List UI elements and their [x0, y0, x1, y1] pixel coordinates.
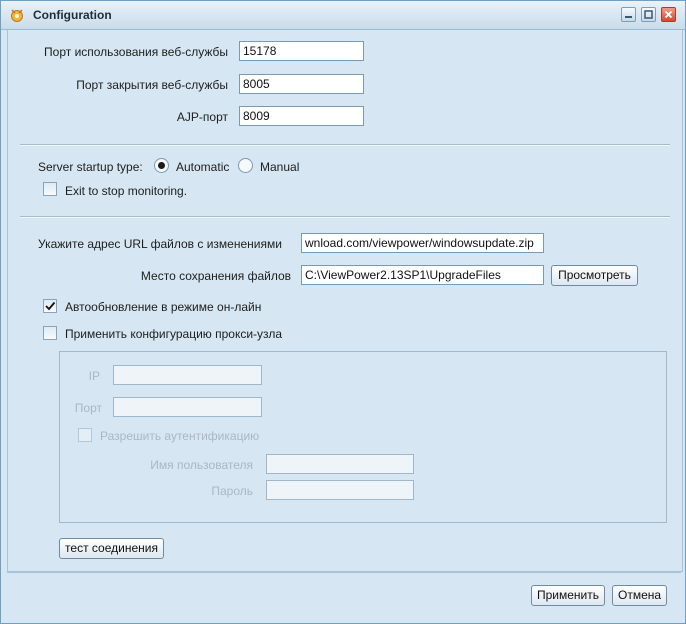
auto-update-checkbox[interactable]: [43, 299, 57, 313]
web-port-input[interactable]: 15178: [239, 41, 364, 61]
minimize-icon[interactable]: [621, 7, 636, 22]
app-icon: [9, 7, 25, 23]
proxy-password-input[interactable]: [266, 480, 414, 500]
save-path-label: Место сохранения файлов: [140, 269, 291, 283]
dialog-footer: Применить Отмена: [7, 572, 681, 618]
proxy-user-label: Имя пользователя: [150, 458, 253, 472]
proxy-password-label: Пароль: [211, 484, 253, 498]
proxy-auth-label[interactable]: Разрешить аутентификацию: [100, 429, 259, 443]
shutdown-port-input[interactable]: 8005: [239, 74, 364, 94]
browse-button[interactable]: Просмотреть: [551, 265, 638, 286]
proxy-port-input[interactable]: [113, 397, 262, 417]
save-path-input[interactable]: C:\ViewPower2.13SP1\UpgradeFiles: [301, 265, 544, 285]
auto-update-label[interactable]: Автообновление в режиме он-лайн: [65, 300, 261, 314]
web-port-label: Порт использования веб-службы: [44, 45, 228, 59]
proxy-ip-label: IP: [88, 369, 100, 383]
configuration-window: Configuration Порт использования веб-слу…: [0, 0, 686, 624]
manual-radio[interactable]: [238, 158, 253, 173]
proxy-auth-checkbox[interactable]: [78, 428, 92, 442]
cancel-button[interactable]: Отмена: [612, 585, 667, 606]
title-bar[interactable]: Configuration: [1, 1, 685, 30]
ajp-port-label: AJP-порт: [176, 110, 228, 124]
automatic-radio[interactable]: [154, 158, 169, 173]
checkmark-icon: [45, 301, 56, 311]
window-title: Configuration: [33, 8, 112, 22]
proxy-port-label: Порт: [74, 401, 102, 415]
test-connection-button[interactable]: тест соединения: [59, 538, 164, 559]
proxy-config-checkbox[interactable]: [43, 326, 57, 340]
shutdown-port-label: Порт закрытия веб-службы: [76, 78, 228, 92]
proxy-ip-input[interactable]: [113, 365, 262, 385]
startup-type-label: Server startup type:: [38, 160, 143, 174]
apply-button[interactable]: Применить: [531, 585, 605, 606]
ajp-port-input[interactable]: 8009: [239, 106, 364, 126]
separator: [20, 144, 670, 146]
proxy-config-label[interactable]: Применить конфигурацию прокси-узла: [65, 327, 282, 341]
close-icon[interactable]: [661, 7, 676, 22]
update-url-input[interactable]: wnload.com/viewpower/windowsupdate.zip: [301, 233, 544, 253]
update-url-label: Укажите адрес URL файлов с изменениями: [38, 237, 282, 251]
exit-stop-monitoring-label[interactable]: Exit to stop monitoring.: [65, 184, 187, 198]
proxy-user-input[interactable]: [266, 454, 414, 474]
settings-panel: Порт использования веб-службы 15178 Порт…: [7, 30, 683, 572]
exit-stop-monitoring-checkbox[interactable]: [43, 182, 57, 196]
automatic-radio-label[interactable]: Automatic: [176, 160, 229, 174]
manual-radio-label[interactable]: Manual: [260, 160, 299, 174]
separator: [20, 216, 670, 218]
proxy-settings-group: IP Порт Разрешить аутентификацию Имя пол…: [59, 351, 667, 523]
maximize-icon[interactable]: [641, 7, 656, 22]
